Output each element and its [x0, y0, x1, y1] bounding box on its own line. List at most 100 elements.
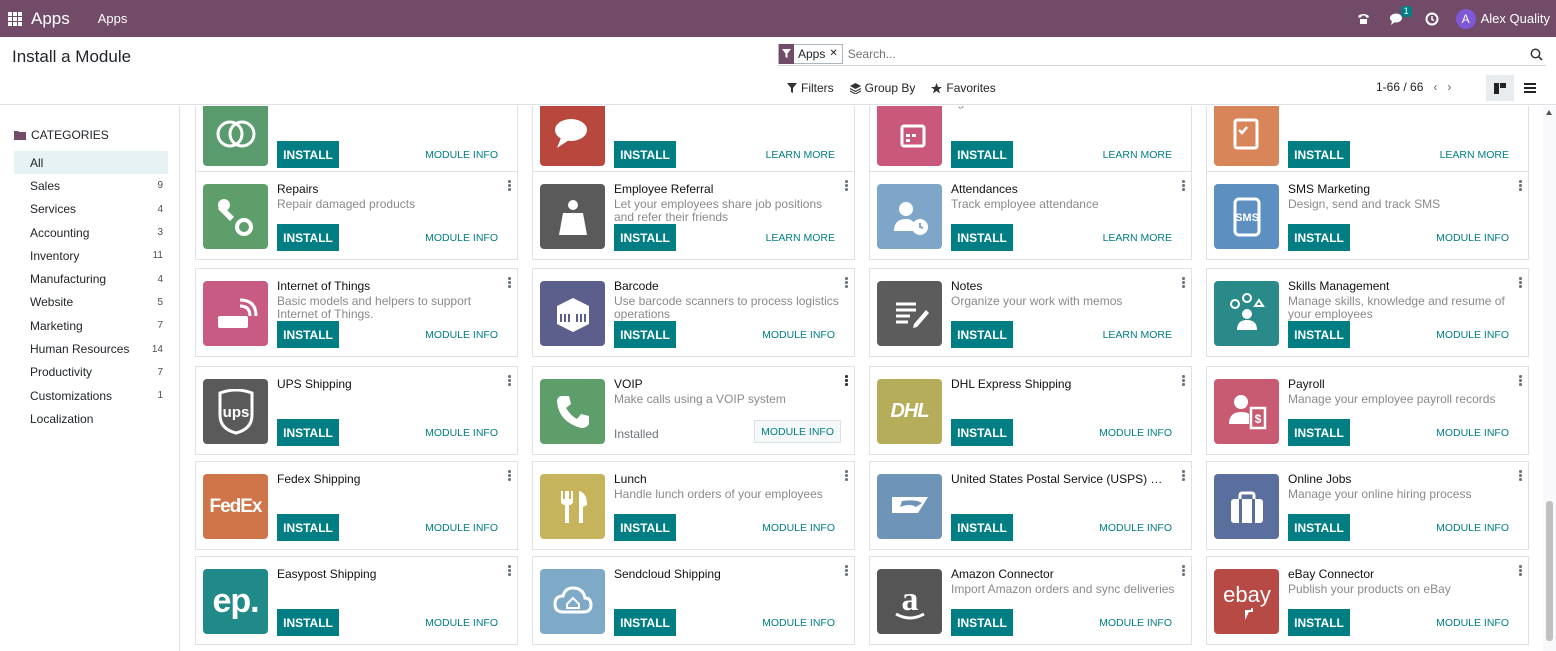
category-item[interactable]: All — [14, 151, 168, 175]
category-item[interactable]: Accounting 3 — [14, 221, 168, 244]
module-card[interactable]: Attendances Track employee attendance INST… — [869, 171, 1192, 260]
install-button[interactable]: INSTALL — [277, 321, 339, 348]
module-info-button[interactable]: MODULE INFO — [1099, 522, 1172, 534]
card-menu-icon[interactable] — [1519, 470, 1522, 481]
card-menu-icon[interactable] — [508, 375, 511, 386]
module-info-button[interactable]: MODULE INFO — [762, 617, 835, 629]
module-info-button[interactable]: MODULE INFO — [1099, 617, 1172, 629]
card-menu-icon[interactable] — [1182, 470, 1185, 481]
install-button[interactable]: INSTALL — [1288, 419, 1350, 446]
card-menu-icon[interactable] — [1182, 375, 1185, 386]
module-card[interactable]: All you need to make financial consolida… — [195, 106, 518, 177]
user-menu[interactable]: Alex Quality — [1481, 11, 1550, 26]
install-button[interactable]: INSTALL — [1288, 224, 1350, 251]
module-info-button[interactable]: MODULE INFO — [762, 329, 835, 341]
install-button[interactable]: INSTALL — [951, 514, 1013, 541]
module-card[interactable]: Skills Management Manage skills, knowledg… — [1206, 268, 1529, 357]
install-button[interactable]: INSTALL — [614, 224, 676, 251]
install-button[interactable]: INSTALL — [614, 141, 676, 168]
module-info-button[interactable]: MODULE INFO — [425, 232, 498, 244]
install-button[interactable]: INSTALL — [951, 419, 1013, 446]
module-card[interactable]: Notes Organize your work with memos INSTAL… — [869, 268, 1192, 357]
module-card[interactable]: Employee Referral Let your employees shar… — [532, 171, 855, 260]
module-card[interactable]: Send your surveys or share them live.INS… — [1206, 106, 1529, 177]
card-menu-icon[interactable] — [508, 470, 511, 481]
messages-icon[interactable]: 1 — [1384, 0, 1412, 37]
learn-more-button[interactable]: LEARN MORE — [1103, 232, 1172, 244]
install-button[interactable]: INSTALL — [614, 609, 676, 636]
list-view-button[interactable] — [1516, 75, 1544, 101]
apps-menu-icon[interactable] — [8, 11, 22, 26]
card-menu-icon[interactable] — [1519, 375, 1522, 386]
card-menu-icon[interactable] — [1182, 565, 1185, 576]
pager-next-icon[interactable]: › — [1447, 80, 1451, 94]
module-card[interactable]: Chat with your website visitorsINSTALLLE… — [532, 106, 855, 177]
category-item[interactable]: Services 4 — [14, 198, 168, 221]
learn-more-button[interactable]: LEARN MORE — [766, 232, 835, 244]
scrollbar[interactable] — [1543, 106, 1556, 651]
module-card[interactable]: Lunch Handle lunch orders of your employe… — [532, 461, 855, 550]
card-menu-icon[interactable] — [845, 375, 848, 386]
install-button[interactable]: INSTALL — [277, 141, 339, 168]
groupby-button[interactable]: Group By — [849, 81, 915, 95]
install-button[interactable]: INSTALL — [951, 141, 1013, 168]
filters-button[interactable]: Filters — [787, 81, 834, 95]
learn-more-button[interactable]: LEARN MORE — [1103, 149, 1172, 161]
user-avatar[interactable]: A — [1455, 8, 1476, 29]
module-info-button[interactable]: MODULE INFO — [1436, 617, 1509, 629]
card-menu-icon[interactable] — [508, 180, 511, 191]
category-item[interactable]: Customizations 1 — [14, 384, 168, 407]
install-button[interactable]: INSTALL — [614, 514, 676, 541]
kanban-view-button[interactable] — [1486, 75, 1514, 101]
favorites-button[interactable]: Favorites — [931, 81, 996, 95]
module-info-button[interactable]: MODULE INFO — [1436, 232, 1509, 244]
module-card[interactable]: VOIP Make calls using a VOIP system Instal… — [532, 366, 855, 455]
card-menu-icon[interactable] — [1182, 277, 1185, 288]
card-menu-icon[interactable] — [508, 277, 511, 288]
card-menu-icon[interactable] — [1519, 565, 1522, 576]
module-card[interactable]: ep. Easypost Shipping INSTALL MODULE INFO — [195, 556, 518, 645]
module-info-button[interactable]: MODULE INFO — [1436, 427, 1509, 439]
category-item[interactable]: Inventory 11 — [14, 244, 168, 267]
app-title[interactable]: Apps — [31, 9, 70, 29]
card-menu-icon[interactable] — [1519, 180, 1522, 191]
module-card[interactable]: Online Jobs Manage your online hiring pro… — [1206, 461, 1529, 550]
install-button[interactable]: INSTALL — [614, 321, 676, 348]
category-item[interactable]: Marketing 7 — [14, 314, 168, 337]
search-icon[interactable] — [1526, 44, 1546, 64]
pager-previous-icon[interactable]: ‹ — [1433, 80, 1437, 94]
install-button[interactable]: INSTALL — [1288, 514, 1350, 541]
module-info-button[interactable]: MODULE INFO — [425, 617, 498, 629]
category-item[interactable]: Human Resources 14 — [14, 337, 168, 360]
facet-remove-icon[interactable]: ✕ — [829, 48, 841, 59]
card-menu-icon[interactable] — [845, 565, 848, 576]
module-card[interactable]: Allow people to book meetings in your ag… — [869, 106, 1192, 177]
install-button[interactable]: INSTALL — [1288, 141, 1350, 168]
card-menu-icon[interactable] — [1519, 277, 1522, 288]
module-card[interactable]: SMS SMS Marketing Design, send and track S… — [1206, 171, 1529, 260]
learn-more-button[interactable]: LEARN MORE — [1103, 329, 1172, 341]
module-info-button[interactable]: MODULE INFO — [425, 522, 498, 534]
install-button[interactable]: INSTALL — [951, 321, 1013, 348]
card-menu-icon[interactable] — [845, 277, 848, 288]
category-item[interactable]: Manufacturing 4 — [14, 267, 168, 290]
scroll-thumb[interactable] — [1546, 501, 1553, 641]
module-card[interactable]: DHL DHL Express Shipping INSTALL MODULE INF… — [869, 366, 1192, 455]
activity-clock-icon[interactable] — [1418, 0, 1446, 37]
search-input[interactable] — [847, 46, 1546, 61]
install-button[interactable]: INSTALL — [277, 609, 339, 636]
module-info-button[interactable]: MODULE INFO — [762, 522, 835, 534]
module-card[interactable]: Internet of Things Basic models and helpe… — [195, 268, 518, 357]
module-info-button[interactable]: MODULE INFO — [425, 149, 498, 161]
module-card[interactable]: $ Payroll Manage your employee payroll rec… — [1206, 366, 1529, 455]
module-card[interactable]: Repairs Repair damaged products INSTALL MOD… — [195, 171, 518, 260]
phone-systray-icon[interactable] — [1350, 0, 1378, 37]
card-menu-icon[interactable] — [1182, 180, 1185, 191]
module-info-button[interactable]: MODULE INFO — [425, 427, 498, 439]
pager-value[interactable]: 1-66 / 66 — [1376, 80, 1423, 94]
learn-more-button[interactable]: LEARN MORE — [766, 149, 835, 161]
module-card[interactable]: FedEx Fedex Shipping INSTALL MODULE INFO — [195, 461, 518, 550]
scroll-up-icon[interactable] — [1546, 110, 1552, 115]
card-menu-icon[interactable] — [845, 470, 848, 481]
card-menu-icon[interactable] — [845, 180, 848, 191]
